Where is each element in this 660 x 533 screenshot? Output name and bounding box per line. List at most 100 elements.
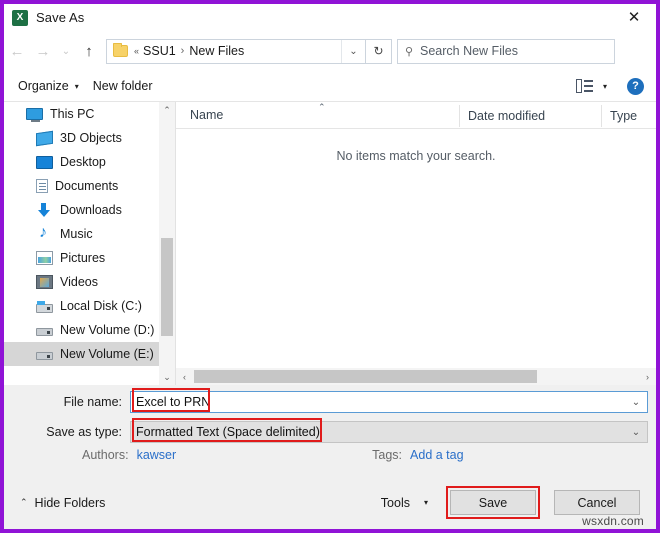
title-bar: Save As ✕ xyxy=(4,4,656,31)
sidebar-item-new-volume-e[interactable]: New Volume (E:) xyxy=(4,342,175,366)
save-as-type-select[interactable]: Formatted Text (Space delimited) ⌄ xyxy=(130,421,648,443)
command-toolbar: Organize ▾ New folder ▾ ? xyxy=(4,71,656,102)
sidebar-item-desktop[interactable]: Desktop xyxy=(4,150,175,174)
desktop-icon xyxy=(36,155,53,169)
documents-icon xyxy=(36,179,48,193)
sidebar-item-label: This PC xyxy=(50,107,95,121)
authors-label: Authors: xyxy=(82,448,129,462)
address-bar[interactable]: « SSU1 › New Files ⌄ xyxy=(106,38,366,64)
column-header-type[interactable]: Type xyxy=(601,105,637,127)
sidebar-item-label: 3D Objects xyxy=(60,131,122,145)
forward-button[interactable]: → xyxy=(30,37,56,65)
tools-label: Tools xyxy=(380,495,410,510)
save-form: File name: Excel to PRN ⌄ Save as type: … xyxy=(4,385,656,476)
add-a-tag-link[interactable]: Add a tag xyxy=(410,448,464,462)
search-icon: ⚲ xyxy=(404,45,414,58)
sidebar-item-label: Pictures xyxy=(60,251,106,265)
sidebar-item-downloads[interactable]: Downloads xyxy=(4,198,175,222)
save-as-dialog: Save As ✕ ← → ⌄ ↑ « SSU1 › New Files ⌄ ↻… xyxy=(0,0,660,533)
save-as-type-label: Save as type: xyxy=(46,425,122,439)
authors-value[interactable]: kawser xyxy=(137,448,177,462)
sidebar-item-documents[interactable]: Documents xyxy=(4,174,175,198)
dialog-body: This PC 3D Objects Desktop Documents Dow… xyxy=(4,102,656,385)
file-list-pane: ⌃ Name Date modified Type No items match… xyxy=(176,102,656,385)
tags-label: Tags: xyxy=(372,448,403,462)
search-box[interactable]: ⚲ Search New Files xyxy=(397,38,615,64)
sidebar-item-3d-objects[interactable]: 3D Objects xyxy=(4,126,175,150)
videos-icon xyxy=(36,275,53,289)
scroll-down-icon[interactable]: ⌄ xyxy=(159,369,175,385)
local-disk-icon xyxy=(36,300,53,313)
file-name-input[interactable]: Excel to PRN ⌄ xyxy=(130,391,648,413)
chevron-down-icon: ▾ xyxy=(74,81,79,91)
sidebar-item-label: New Volume (D:) xyxy=(60,323,155,337)
sidebar-item-this-pc[interactable]: This PC xyxy=(4,102,175,126)
chevron-down-icon[interactable]: ⌄ xyxy=(625,392,647,412)
breadcrumb-item-1[interactable]: New Files xyxy=(189,44,244,58)
scroll-left-icon[interactable]: ‹ xyxy=(176,368,193,385)
up-button[interactable]: ↑ xyxy=(76,37,102,65)
chevron-down-icon[interactable]: ⌄ xyxy=(341,39,365,63)
navigation-bar: ← → ⌄ ↑ « SSU1 › New Files ⌄ ↻ ⚲ Search … xyxy=(4,31,656,71)
organize-label: Organize xyxy=(18,79,69,93)
new-folder-button[interactable]: New folder xyxy=(93,79,153,93)
sidebar-item-local-disk-c[interactable]: Local Disk (C:) xyxy=(4,294,175,318)
scrollbar-thumb[interactable] xyxy=(194,370,537,383)
save-button-wrapper: Save xyxy=(446,486,540,519)
save-button[interactable]: Save xyxy=(450,490,536,515)
chevron-up-icon: ⌃ xyxy=(20,497,28,507)
sidebar-scrollbar[interactable]: ⌃ ⌄ xyxy=(159,102,175,385)
sidebar-item-pictures[interactable]: Pictures xyxy=(4,246,175,270)
scrollbar-thumb[interactable] xyxy=(161,238,173,336)
breadcrumb-separator: › xyxy=(180,45,185,57)
refresh-icon[interactable]: ↻ xyxy=(366,38,392,64)
navigation-pane: This PC 3D Objects Desktop Documents Dow… xyxy=(4,102,175,385)
cancel-button[interactable]: Cancel xyxy=(554,490,640,515)
save-as-type-value: Formatted Text (Space delimited) xyxy=(136,425,320,439)
help-icon[interactable]: ? xyxy=(627,77,644,95)
close-icon[interactable]: ✕ xyxy=(612,4,656,31)
folder-icon xyxy=(113,43,128,57)
recent-locations-button[interactable]: ⌄ xyxy=(56,37,76,65)
breadcrumb-item-0[interactable]: SSU1 xyxy=(143,44,176,58)
excel-icon xyxy=(12,9,28,26)
sidebar-item-label: Videos xyxy=(60,275,98,289)
sidebar-item-label: Documents xyxy=(55,179,119,193)
search-input[interactable]: Search New Files xyxy=(420,44,518,58)
file-name-row: File name: Excel to PRN ⌄ xyxy=(4,391,648,413)
scroll-up-icon[interactable]: ⌃ xyxy=(159,102,175,118)
sidebar-item-label: Local Disk (C:) xyxy=(60,299,142,313)
cube-icon xyxy=(36,130,53,146)
chevron-down-icon[interactable]: ⌄ xyxy=(625,422,647,442)
sidebar-item-videos[interactable]: Videos xyxy=(4,270,175,294)
tools-button[interactable]: Tools ▾ xyxy=(381,496,428,510)
music-icon xyxy=(36,224,53,242)
empty-list-message: No items match your search. xyxy=(336,149,496,163)
hide-folders-button[interactable]: ⌃ Hide Folders xyxy=(20,496,105,510)
column-header-name[interactable]: Name xyxy=(190,102,223,128)
sidebar-item-label: Music xyxy=(60,227,93,241)
organize-button[interactable]: Organize ▾ xyxy=(18,79,79,93)
sidebar-item-label: Downloads xyxy=(60,203,122,217)
save-as-type-row: Save as type: Formatted Text (Space deli… xyxy=(4,421,648,443)
file-name-label: File name: xyxy=(63,395,122,409)
sidebar-item-music[interactable]: Music xyxy=(4,222,175,246)
column-headers: ⌃ Name Date modified Type xyxy=(176,102,656,129)
column-header-date-modified[interactable]: Date modified xyxy=(459,105,545,127)
dialog-footer: ⌃ Hide Folders Tools ▾ Save Cancel xyxy=(4,476,656,529)
view-chevron-down-icon[interactable]: ▾ xyxy=(603,82,607,91)
scroll-right-icon[interactable]: › xyxy=(639,368,656,385)
pictures-icon xyxy=(36,251,53,265)
breadcrumb-overflow[interactable]: « xyxy=(134,46,139,56)
view-layout-icon[interactable] xyxy=(575,79,593,93)
watermark: wsxdn.com xyxy=(582,514,644,528)
downloads-icon xyxy=(36,202,53,218)
file-name-value: Excel to PRN xyxy=(136,395,211,409)
back-button[interactable]: ← xyxy=(4,37,30,65)
sidebar-item-label: Desktop xyxy=(60,155,106,169)
scrollbar-track[interactable] xyxy=(193,368,639,385)
sort-ascending-icon: ⌃ xyxy=(318,102,326,112)
drive-icon xyxy=(36,328,53,336)
sidebar-item-new-volume-d[interactable]: New Volume (D:) xyxy=(4,318,175,342)
file-list-horizontal-scrollbar[interactable]: ‹ › xyxy=(176,368,656,385)
